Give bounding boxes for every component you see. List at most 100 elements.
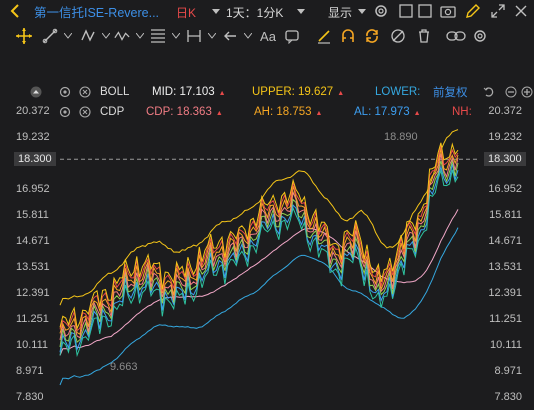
cdp-value-text: CDP: 18.363 <box>146 106 212 118</box>
interval-selector[interactable]: 1天：1分K <box>226 4 283 21</box>
wave-dropdown-icon[interactable] <box>132 28 148 44</box>
boll-mid-line <box>59 209 459 356</box>
instrument-title[interactable]: 第一信托ISE-Revere... <box>34 2 159 21</box>
y-tick-label-left: 8.971 <box>16 365 44 377</box>
current-price-right: 18.300 <box>484 152 526 166</box>
measure-icon[interactable] <box>186 28 202 44</box>
hide-icon[interactable] <box>390 28 406 44</box>
fib-icon[interactable] <box>150 28 166 44</box>
pen-icon[interactable] <box>316 28 332 44</box>
y-tick-label-left: 13.531 <box>16 261 50 273</box>
triangle-up-icon: ▲ <box>337 90 345 97</box>
chevron-left-icon[interactable] <box>8 3 22 19</box>
close-icon[interactable] <box>513 3 529 19</box>
interval-dropdown-icon[interactable] <box>297 8 305 14</box>
nh-value: NH: <box>452 106 472 118</box>
y-tick-label-left: 14.671 <box>16 235 50 247</box>
boll-name: BOLL <box>100 86 130 98</box>
y-tick-label-right: 7.830 <box>494 391 522 403</box>
pattern-dropdown-icon[interactable] <box>98 28 114 44</box>
period-dropdown-icon[interactable] <box>212 8 220 14</box>
link-icon[interactable] <box>446 28 466 44</box>
settings-icon[interactable] <box>373 3 389 19</box>
ah-value-text: AH: 18.753 <box>254 106 312 118</box>
top-bar: 第一信托ISE-Revere... 日K 1天：1分K 显示 <box>0 0 534 22</box>
cdp-value: CDP: 18.363 ▲ <box>146 106 223 118</box>
y-tick-label-left: 11.251 <box>16 313 49 325</box>
cdp-band-6 <box>59 142 459 331</box>
toolbar-settings-icon[interactable] <box>472 28 488 44</box>
delete-icon[interactable] <box>416 28 432 44</box>
triangle-up-icon: ▲ <box>218 90 226 97</box>
y-tick-label-left: 15.811 <box>16 209 49 221</box>
camera-icon[interactable] <box>440 3 456 19</box>
y-tick-label-left: 10.111 <box>16 339 49 351</box>
measure-dropdown-icon[interactable] <box>204 28 220 44</box>
triangle-up-icon: ▲ <box>413 110 421 117</box>
y-tick-label-right: 16.952 <box>488 183 522 195</box>
text-icon[interactable]: Aa <box>258 28 278 44</box>
sync-icon[interactable] <box>364 28 380 44</box>
cdp-close-icon[interactable] <box>78 105 92 119</box>
boll-upper-value: UPPER: 19.627 <box>252 86 334 98</box>
y-tick-label-right: 8.971 <box>494 365 522 377</box>
magnet-icon[interactable] <box>340 28 356 44</box>
period-selector[interactable]: 日K <box>176 4 196 21</box>
high-annotation: 18.890 <box>384 131 418 143</box>
edit-icon[interactable] <box>465 3 481 19</box>
boll-mid: MID: 17.103 ▲ <box>152 86 226 98</box>
boll-settings-icon[interactable] <box>58 85 72 99</box>
arrow-icon[interactable] <box>222 28 238 44</box>
zoom-out-icon[interactable] <box>504 85 518 99</box>
current-price-left: 18.300 <box>14 152 56 166</box>
boll-close-icon[interactable] <box>78 85 92 99</box>
triangle-up-icon: ▲ <box>315 110 323 117</box>
collapse-icon[interactable] <box>30 86 42 98</box>
y-tick-label-left: 20.372 <box>16 105 50 117</box>
y-tick-label-right: 15.811 <box>489 209 522 221</box>
boll-lower: LOWER: <box>375 86 421 98</box>
y-tick-label-right: 11.251 <box>489 313 522 325</box>
ah-value: AH: 18.753 ▲ <box>254 106 322 118</box>
note-icon[interactable] <box>284 28 300 44</box>
boll-mid-value: MID: 17.103 <box>152 86 215 98</box>
cdp-band-0 <box>59 168 459 358</box>
cdp-band-1 <box>59 163 459 353</box>
fullscreen-icon[interactable] <box>490 3 506 19</box>
al-value: AL: 17.973 ▲ <box>354 106 421 118</box>
y-tick-label-right: 20.372 <box>488 105 522 117</box>
cdp-band-3 <box>59 153 459 340</box>
zoom-in-icon[interactable] <box>520 85 534 99</box>
y-tick-label-right: 14.671 <box>488 235 522 247</box>
y-tick-label-left: 12.391 <box>16 287 50 299</box>
cdp-band-4 <box>59 147 459 335</box>
price-chart[interactable] <box>0 0 534 410</box>
display-dropdown-icon[interactable] <box>358 8 366 14</box>
y-tick-label-right: 12.391 <box>488 287 522 299</box>
al-value-text: AL: 17.973 <box>354 106 410 118</box>
y-tick-label-left: 19.232 <box>16 131 50 143</box>
checkbox-icon[interactable] <box>398 3 414 19</box>
boll-upper-line <box>59 129 459 306</box>
cdp-name: CDP <box>100 106 125 118</box>
low-annotation: 9.663 <box>110 361 138 373</box>
cdp-band-2 <box>59 160 459 348</box>
boll-upper: UPPER: 19.627 ▲ <box>252 86 344 98</box>
line-tool-icon[interactable] <box>42 28 58 44</box>
wave-tool-icon[interactable] <box>114 28 130 44</box>
undo-icon[interactable] <box>482 85 496 99</box>
y-tick-label-right: 19.232 <box>488 131 522 143</box>
y-tick-label-right: 10.111 <box>489 339 522 351</box>
ray-tool-icon[interactable] <box>60 28 76 44</box>
arrow-dropdown-icon[interactable] <box>240 28 256 44</box>
square-outline-icon[interactable] <box>417 3 433 19</box>
triangle-up-icon: ▲ <box>215 110 223 117</box>
crosshair-icon[interactable] <box>16 28 32 44</box>
drawing-toolbar: Aa <box>0 24 534 50</box>
adjust-mode[interactable]: 前复权 <box>433 84 468 100</box>
display-menu[interactable]: 显示 <box>328 4 352 21</box>
cdp-band-5 <box>59 144 459 332</box>
cdp-settings-icon[interactable] <box>58 105 72 119</box>
fib-dropdown-icon[interactable] <box>168 28 184 44</box>
pattern-icon[interactable] <box>80 28 96 44</box>
